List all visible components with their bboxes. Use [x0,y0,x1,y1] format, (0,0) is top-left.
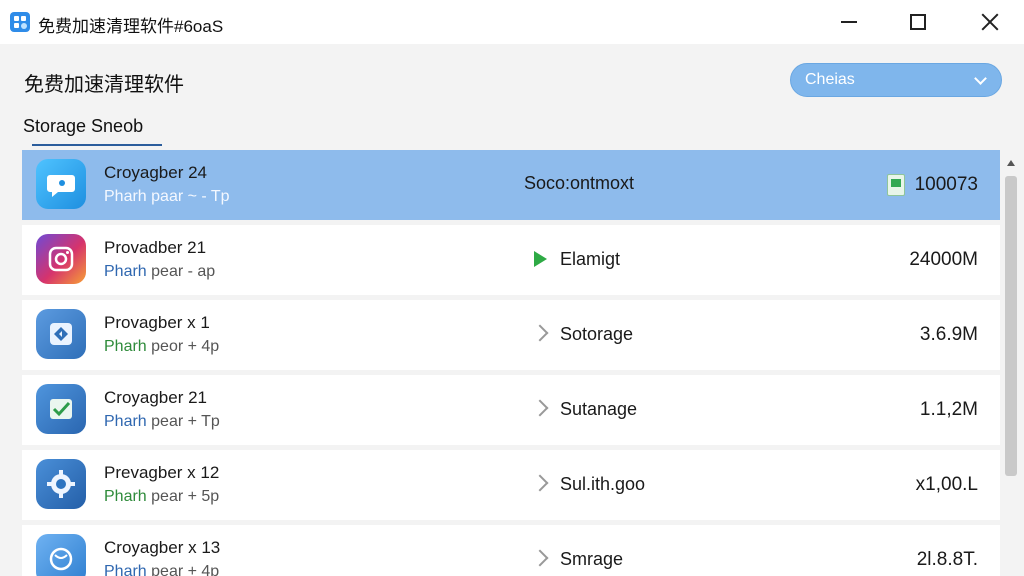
status-cell: Sul.ith.goo [531,473,646,495]
size-cell: 24000M [909,249,978,271]
status-text: Sul.ith.goo [560,473,646,494]
app-subtitle: Pharh pear + 5p [104,488,220,505]
size-value: 100073 [914,174,978,195]
app-name: Prevagber x 12 [104,463,220,482]
tab-storage[interactable]: Storage Sneob [23,116,143,137]
filter-dropdown[interactable]: Cheias [790,63,1002,97]
list-item[interactable]: Prevagber x 12 Pharh pear + 5p Sul.ith.g… [22,450,1000,520]
dropdown-value: Cheias [805,71,855,88]
size-cell: 100073 [886,174,978,196]
diamond-tile-icon [36,309,86,359]
size-value: 1.1,2M [919,399,978,420]
status-text: Smrage [560,548,624,569]
app-subtitle: Pharh pear + 4p [104,563,220,576]
maximize-icon [910,14,926,30]
size-value: 3.6.9M [919,324,978,345]
app-logo-icon [10,12,30,32]
app-subtitle: Pharh pear + Tp [104,413,220,430]
size-value: 24000M [909,249,978,270]
chevron-right-icon [531,548,560,570]
scroll-thumb[interactable] [1005,176,1017,476]
list-item[interactable]: Provadber 21 Pharh pear - ap Elamigt 240… [22,225,1000,295]
size-cell: 2l.8.8T. [917,549,978,571]
play-icon [532,248,560,270]
close-button[interactable] [967,0,1013,44]
status-text: Sotorage [560,323,634,344]
status-cell: Soco:ontmoxt [524,173,634,194]
file-icon [886,174,905,196]
app-name: Croyagber x 13 [104,538,221,557]
maximize-button[interactable] [895,0,941,44]
instagram-icon [36,234,86,284]
status-text: Soco:ontmoxt [524,173,635,193]
app-subtitle: Pharh peor + 4p [104,338,220,355]
status-cell: Elamigt [532,248,620,270]
app-subtitle: Pharh pear - ap [104,263,216,280]
status-cell: Sotorage [531,323,634,345]
chat-bubble-icon [36,159,86,209]
list-item[interactable]: Provagber x 1 Pharh peor + 4p Sotorage 3… [22,300,1000,370]
chevron-down-icon [974,72,987,85]
app-name: Croyagber 21 [104,388,208,407]
app-subtitle: Pharh paar ~ - Tp [104,188,230,205]
scroll-up-icon[interactable] [1007,160,1015,166]
checkmark-tile-icon [36,384,86,434]
list-item[interactable]: Croyagber 21 Pharh pear + Tp Sutanage 1.… [22,375,1000,445]
globe-tile-icon [36,534,86,576]
chevron-right-icon [531,473,560,495]
status-cell: Sutanage [531,398,638,420]
app-name: Croyagber 24 [104,163,208,182]
size-cell: 3.6.9M [920,324,978,346]
size-value: 2l.8.8T. [916,549,978,570]
gear-tile-icon [36,459,86,509]
size-cell: x1,00.L [916,474,978,496]
size-cell: 1.1,2M [920,399,978,421]
minimize-icon [841,21,857,23]
status-cell: Smrage [531,548,624,570]
status-text: Sutanage [560,398,638,419]
list-item[interactable]: Croyagber 24 Pharh paar ~ - Tp Soco:ontm… [22,150,1000,220]
minimize-button[interactable] [826,0,872,44]
tab-active-indicator [32,144,162,146]
chevron-right-icon [531,323,560,345]
window-title: 免费加速清理软件#6oaS [38,17,224,36]
app-list: Croyagber 24 Pharh paar ~ - Tp Soco:ontm… [22,150,1000,576]
title-bar: 免费加速清理软件#6oaS [0,0,1024,44]
close-icon [981,13,999,31]
vertical-scrollbar[interactable] [1003,150,1019,576]
app-name: Provagber x 1 [104,313,210,332]
size-value: x1,00.L [915,474,978,495]
page-title: 免费加速清理软件 [24,74,184,96]
list-item[interactable]: Croyagber x 13 Pharh pear + 4p Smrage 2l… [22,525,1000,576]
app-name: Provadber 21 [104,238,207,257]
status-text: Elamigt [560,248,621,269]
chevron-right-icon [531,398,560,420]
